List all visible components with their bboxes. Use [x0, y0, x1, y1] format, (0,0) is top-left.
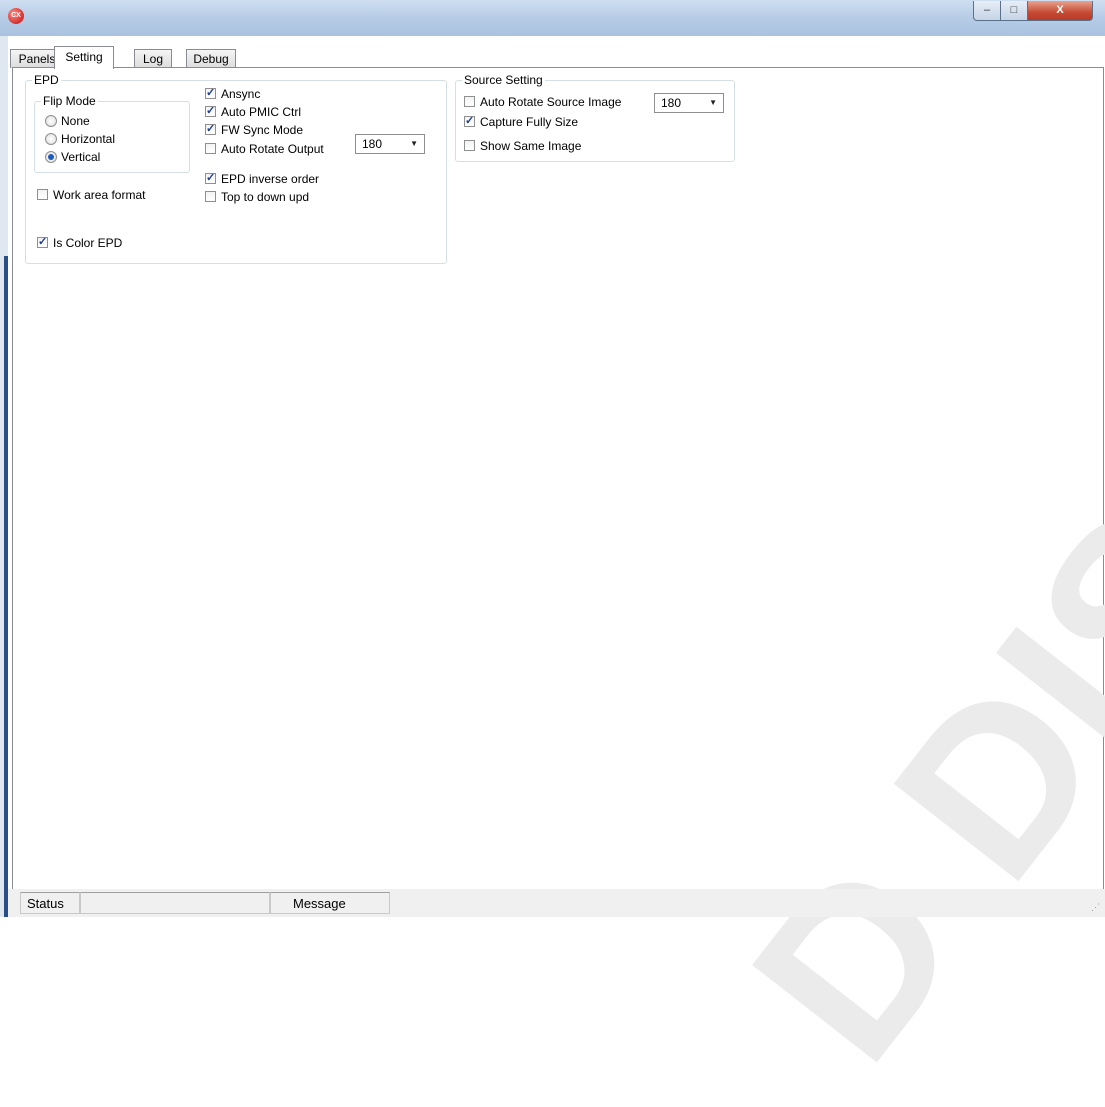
checkmark-icon: ✓: [206, 105, 216, 117]
output-rotate-value: 180: [362, 137, 383, 151]
status-spacer: [80, 892, 270, 914]
title-bar[interactable]: CX – □ X: [0, 0, 1105, 36]
checkbox-box: ✓: [464, 115, 475, 127]
fw-sync-mode-label: FW Sync Mode: [221, 123, 304, 137]
capture-fully-size-label: Capture Fully Size: [480, 115, 579, 129]
checkmark-icon: ✓: [38, 236, 48, 248]
checkmark-icon: ✓: [206, 172, 216, 184]
status-panel: Status: [20, 892, 80, 914]
tab-log[interactable]: Log: [134, 49, 172, 68]
radio-dot: [48, 154, 54, 160]
setting-tab-panel: D DISPLAY EPD Flip Mode None Horizontal …: [12, 0, 1105, 1105]
epd-groupbox: EPD Flip Mode None Horizontal Vertical W…: [25, 73, 447, 264]
minimize-button[interactable]: –: [973, 1, 1001, 21]
chevron-down-icon: ▼: [410, 139, 418, 148]
message-panel: Message: [270, 892, 390, 914]
checkbox-box: [205, 191, 216, 202]
checkbox-box: ✓: [205, 123, 216, 135]
auto-rotate-output-label: Auto Rotate Output: [221, 142, 324, 156]
top-to-down-upd-label: Top to down upd: [221, 190, 310, 204]
ansync-label: Ansync: [221, 87, 261, 101]
checkbox-box: [464, 140, 475, 151]
checkbox-box: [205, 143, 216, 154]
radio-indicator: [45, 115, 57, 127]
app-logo-icon: CX: [8, 8, 24, 24]
show-same-image-label: Show Same Image: [480, 139, 582, 153]
is-color-epd-label: Is Color EPD: [53, 236, 123, 250]
flip-mode-title: Flip Mode: [41, 94, 98, 108]
flip-none-label: None: [61, 114, 90, 128]
status-bar: Status Message ⋰: [8, 889, 1105, 917]
checkbox-box: ✓: [205, 105, 216, 117]
checkmark-icon: ✓: [206, 123, 216, 135]
app-window: CX – □ X Panels Setting Log Debug D DISP…: [0, 0, 1105, 1105]
checkbox-box: [37, 189, 48, 200]
radio-indicator: [45, 133, 57, 145]
flip-vertical-label: Vertical: [61, 150, 101, 164]
checkbox-box: ✓: [205, 172, 216, 184]
checkbox-box: ✓: [205, 87, 216, 99]
tab-debug[interactable]: Debug: [186, 49, 236, 68]
window-frame-left: [0, 36, 8, 917]
checkbox-box: ✓: [37, 236, 48, 248]
close-button[interactable]: X: [1027, 1, 1093, 21]
watermark: D DISPLAY: [703, 0, 1105, 1105]
flip-horizontal-label: Horizontal: [61, 132, 116, 146]
source-setting-groupbox: Source Setting Auto Rotate Source Image …: [455, 73, 735, 162]
flip-mode-groupbox: Flip Mode None Horizontal Vertical: [34, 94, 190, 173]
auto-pmic-ctrl-label: Auto PMIC Ctrl: [221, 105, 302, 119]
work-area-format-label: Work area format: [53, 188, 146, 202]
epd-inverse-order-label: EPD inverse order: [221, 172, 320, 186]
radio-indicator: [45, 151, 57, 163]
output-rotate-select[interactable]: 180 ▼: [355, 134, 425, 154]
checkbox-box: [464, 96, 475, 107]
chevron-down-icon: ▼: [709, 98, 717, 107]
source-rotate-value: 180: [661, 96, 682, 110]
resize-grip-icon[interactable]: ⋰: [1091, 902, 1103, 914]
tab-setting[interactable]: Setting: [54, 46, 114, 69]
maximize-button[interactable]: □: [1000, 1, 1028, 21]
checkmark-icon: ✓: [465, 115, 475, 127]
auto-rotate-source-image-label: Auto Rotate Source Image: [480, 95, 622, 109]
epd-group-title: EPD: [32, 73, 61, 87]
source-setting-title: Source Setting: [462, 73, 545, 87]
source-rotate-select[interactable]: 180 ▼: [654, 93, 724, 113]
checkmark-icon: ✓: [206, 87, 216, 99]
